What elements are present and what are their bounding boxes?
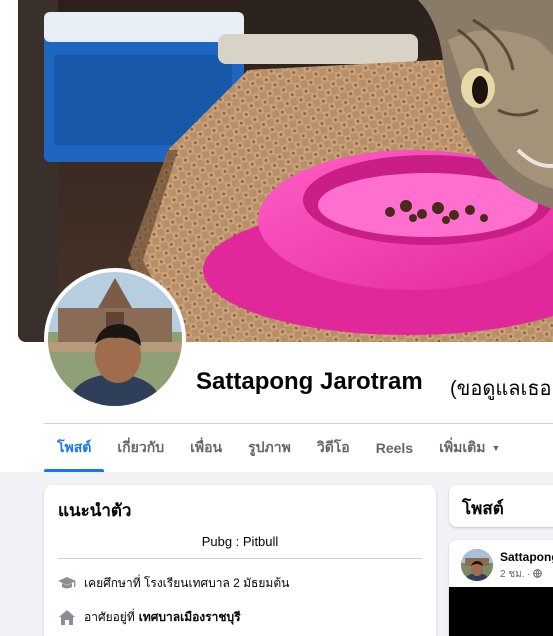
intro-bio: Pubg : Pitbull [201, 534, 279, 549]
education-text: เคยศึกษาที่ โรงเรียนเทศบาล 2 มัธยมต้น [84, 576, 290, 590]
profile-avatar[interactable] [44, 268, 186, 410]
tab-posts[interactable]: โพสต์ [44, 424, 105, 472]
profile-name: Sattapong Jarotram [196, 368, 423, 395]
posts-header-card: โพสต์ [449, 485, 553, 527]
tab-more-label: เพิ่มเติม [439, 439, 486, 455]
intro-divider [58, 558, 422, 559]
tab-videos-label: วิดีโอ [316, 439, 350, 455]
profile-alternate-name: (ขอดูแลเธอ [450, 378, 552, 400]
caret-down-icon: ▼ [491, 443, 501, 453]
post-meta: 2 ชม. · [500, 567, 543, 582]
post-timestamp[interactable]: 2 ชม. · [500, 569, 531, 580]
house-icon [58, 610, 76, 626]
tab-about[interactable]: เกี่ยวกับ [104, 424, 177, 472]
tab-friends-label: เพื่อน [190, 439, 223, 455]
lives-place-link[interactable]: เทศบาลเมืองราชบุรี [139, 608, 241, 627]
post-preview[interactable]: Sattapong 2 ชม. · [449, 540, 553, 636]
tab-photos-label: รูปภาพ [248, 439, 291, 455]
tab-posts-label: โพสต์ [57, 439, 92, 455]
tab-friends[interactable]: เพื่อน [177, 424, 235, 472]
tab-videos[interactable]: วิดีโอ [304, 424, 363, 472]
tab-reels-label: Reels [375, 440, 414, 456]
post-author-name[interactable]: Sattapong [500, 550, 553, 564]
tab-more[interactable]: เพิ่มเติม ▼ [426, 424, 513, 472]
tab-reels[interactable]: Reels [363, 424, 426, 472]
post-media[interactable] [449, 587, 553, 636]
globe-icon [533, 569, 543, 580]
profile-page: Sattapong Jarotram (ขอดูแลเธอ โพสต์ เกี่… [0, 0, 553, 636]
post-author-avatar[interactable] [461, 549, 493, 581]
lives-row: อาศัยอยู่ที่ เทศบาลเมืองราชบุรี [58, 608, 422, 627]
education-row: เคยศึกษาที่ โรงเรียนเทศบาล 2 มัธยมต้น [58, 574, 422, 593]
profile-tabs: โพสต์ เกี่ยวกับ เพื่อน รูปภาพ วิดีโอ Ree… [44, 424, 513, 472]
intro-title: แนะนำตัว [58, 501, 132, 520]
posts-title: โพสต์ [462, 499, 504, 518]
graduation-cap-icon [58, 576, 76, 592]
lives-prefix: อาศัยอยู่ที่ [84, 610, 135, 624]
intro-card: แนะนำตัว Pubg : Pitbull เคยศึกษาที่ โรงเ… [44, 485, 436, 636]
tab-photos[interactable]: รูปภาพ [235, 424, 304, 472]
tab-about-label: เกี่ยวกับ [117, 439, 165, 455]
